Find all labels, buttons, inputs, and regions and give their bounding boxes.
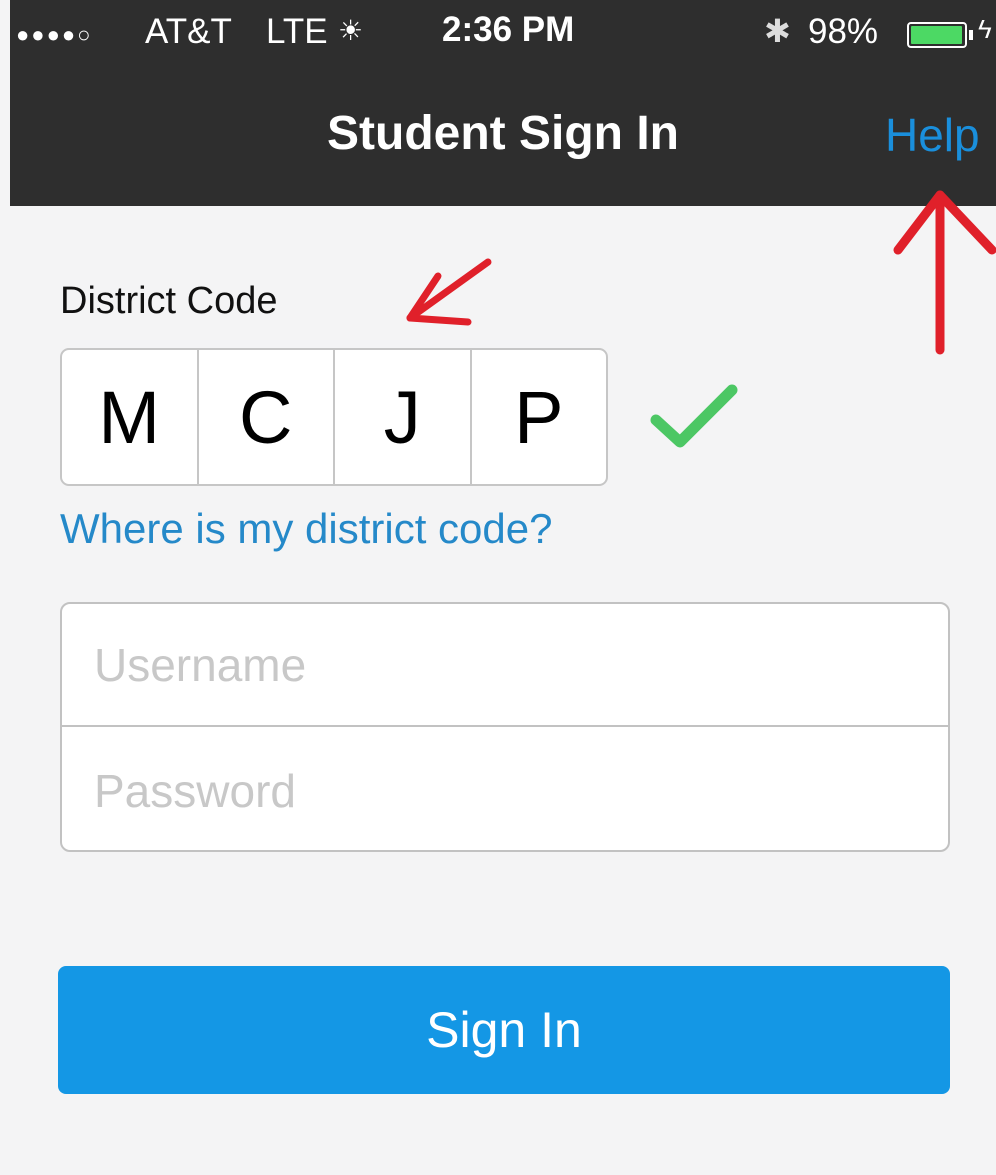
district-code-label: District Code [60, 280, 278, 322]
page-title: Student Sign In [327, 107, 679, 160]
nav-bar: Student Sign In Help [10, 66, 996, 206]
status-time: 2:36 PM [442, 10, 575, 49]
credentials-box [60, 602, 950, 852]
battery-fill [911, 26, 962, 44]
signal-strength-icon: ●●●●○ [16, 22, 93, 47]
carrier-name: AT&T [145, 12, 232, 51]
sign-in-button[interactable]: Sign In [58, 966, 950, 1094]
district-code-input[interactable]: M C J P [60, 348, 608, 486]
status-bar: ●●●●○ AT&T LTE ☀ 2:36 PM ✱ 98% ϟ [10, 0, 996, 66]
checkmark-icon [650, 384, 738, 448]
charging-icon: ϟ [978, 14, 992, 44]
battery-nub [969, 30, 973, 40]
district-code-help-link[interactable]: Where is my district code? [60, 505, 552, 553]
district-code-char-3[interactable]: J [335, 350, 472, 484]
help-button[interactable]: Help [885, 108, 980, 162]
annotation-arrow-district-code [406, 258, 492, 326]
username-input[interactable] [62, 604, 948, 727]
district-code-char-1[interactable]: M [62, 350, 199, 484]
battery-icon [907, 22, 967, 48]
network-type: LTE [266, 12, 328, 51]
district-code-char-4[interactable]: P [472, 350, 607, 484]
annotation-arrow-help [893, 190, 996, 355]
district-code-char-2[interactable]: C [199, 350, 335, 484]
bluetooth-icon: ✱ [764, 13, 791, 49]
activity-spinner-icon: ☀ [338, 15, 364, 46]
battery-percent: 98% [808, 12, 879, 51]
password-input[interactable] [62, 729, 948, 852]
